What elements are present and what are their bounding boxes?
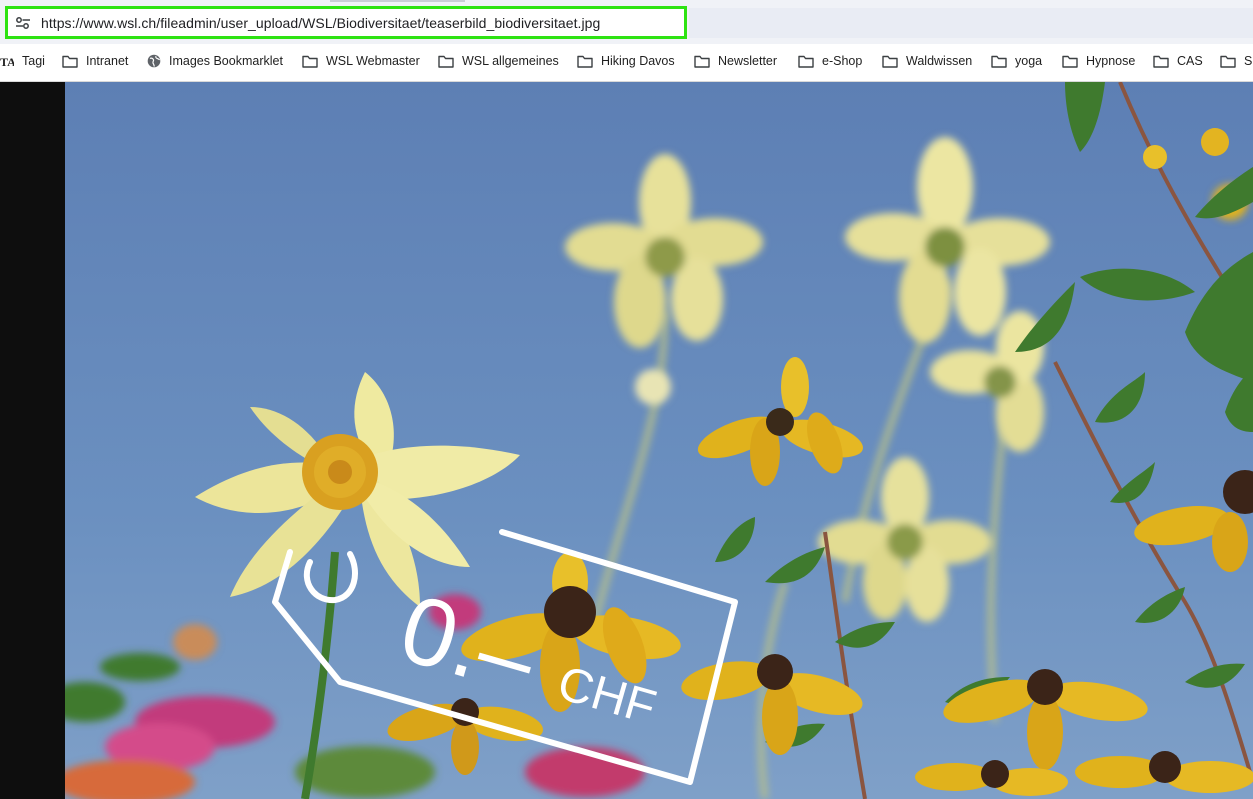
bookmark-label: e-Shop xyxy=(822,54,863,68)
bookmark-label: Images Bookmarklet xyxy=(169,54,283,68)
folder-icon xyxy=(302,55,318,68)
folder-icon xyxy=(694,55,710,68)
address-bar[interactable]: https://www.wsl.ch/fileadmin/user_upload… xyxy=(5,6,687,39)
bookmark-hypnose[interactable]: Hypnose xyxy=(1062,44,1135,78)
folder-icon xyxy=(1062,55,1078,68)
globe-icon xyxy=(147,54,161,68)
folder-icon xyxy=(577,55,593,68)
bookmark-hiking-davos[interactable]: Hiking Davos xyxy=(577,44,675,78)
bookmark-label: Tagi xyxy=(22,54,45,68)
bookmark-label: Newsletter xyxy=(718,54,778,68)
omnibox-background xyxy=(689,8,1253,38)
bookmark-cas[interactable]: CAS xyxy=(1153,44,1203,78)
bookmark-label: Hiking Davos xyxy=(601,54,675,68)
bookmark-yoga[interactable]: yoga xyxy=(991,44,1042,78)
bookmark-label: WSL allgemeines xyxy=(462,54,559,68)
site-settings-icon[interactable] xyxy=(13,13,33,33)
bookmark-wsl-webmaster[interactable]: WSL Webmaster xyxy=(302,44,420,78)
biodiversity-photo[interactable]: 0.– CHF xyxy=(65,82,1253,799)
bookmark-sp[interactable]: Sp xyxy=(1220,44,1253,78)
bookmark-waldwissen[interactable]: Waldwissen xyxy=(882,44,972,78)
bookmark-label: Sp xyxy=(1244,54,1253,68)
bookmark-intranet[interactable]: Intranet xyxy=(62,44,128,78)
folder-icon xyxy=(991,55,1007,68)
folder-icon xyxy=(798,55,814,68)
bookmark-label: Hypnose xyxy=(1086,54,1136,68)
folder-icon xyxy=(1153,55,1169,68)
bookmark-label: yoga xyxy=(1015,54,1043,68)
bookmark-label: WSL Webmaster xyxy=(326,54,420,68)
tab-strip-edge xyxy=(330,0,465,2)
image-viewer: 0.– CHF xyxy=(0,82,1253,799)
folder-icon xyxy=(438,55,454,68)
bookmark-label: CAS xyxy=(1177,54,1203,68)
folder-icon xyxy=(62,55,78,68)
bookmark-tagi[interactable]: TA Tagi xyxy=(0,44,45,78)
bookmark-images-bookmarklet[interactable]: Images Bookmarklet xyxy=(147,44,283,78)
bookmark-e-shop[interactable]: e-Shop xyxy=(798,44,862,78)
bookmark-newsletter[interactable]: Newsletter xyxy=(694,44,777,78)
folder-icon xyxy=(1220,55,1236,68)
url-text[interactable]: https://www.wsl.ch/fileadmin/user_upload… xyxy=(41,15,600,31)
svg-text:TA: TA xyxy=(0,55,14,67)
browser-toolbar: https://www.wsl.ch/fileadmin/user_upload… xyxy=(0,0,1253,44)
tagi-favicon-icon: TA xyxy=(0,55,14,67)
bookmark-label: Waldwissen xyxy=(906,54,973,68)
folder-icon xyxy=(882,55,898,68)
bookmark-wsl-allgemeines[interactable]: WSL allgemeines xyxy=(438,44,559,78)
bookmark-label: Intranet xyxy=(86,54,129,68)
bookmarks-bar: TA Tagi Intranet Images Bookmarklet WSL … xyxy=(0,44,1253,82)
